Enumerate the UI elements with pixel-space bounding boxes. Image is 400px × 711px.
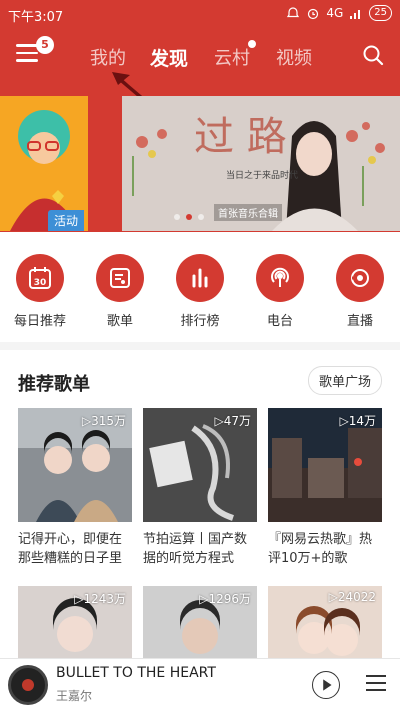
notification-badge: 5	[36, 36, 54, 54]
playlist-card[interactable]: ▷315万 记得开心，即便在那些糟糕的日子里	[18, 408, 132, 568]
pager-dot[interactable]	[198, 214, 204, 220]
recommended-playlists: 推荐歌单 歌单广场 ▷315万 记得开心，即便在那些糟糕的日子里 ▷47万 节拍…	[0, 350, 400, 700]
shortcut-live[interactable]: 直播	[328, 254, 392, 329]
playlist-title: 记得开心，即便在那些糟糕的日子里	[18, 532, 123, 566]
queue-line	[366, 689, 386, 691]
cloud-village-dot	[248, 40, 256, 48]
section-title: 推荐歌单	[18, 374, 90, 395]
play-count: ▷1243万	[74, 592, 126, 606]
alarm-icon	[308, 8, 319, 20]
tab-cloud-village[interactable]: 云村	[214, 44, 250, 70]
pager-dot[interactable]	[174, 214, 180, 220]
queue-line	[366, 682, 386, 684]
playlist-square-button[interactable]: 歌单广场	[307, 366, 382, 395]
song-title: BULLET TO THE HEART	[56, 665, 216, 681]
playlist-card[interactable]: ▷47万 节拍运算丨国产数据的听觉方程式	[143, 408, 257, 568]
playlist-queue-icon[interactable]	[366, 675, 386, 693]
shortcut-playlist[interactable]: 歌单	[88, 254, 152, 329]
artist-name: 王嘉尔	[56, 689, 93, 703]
playlist-cover: ▷315万	[18, 408, 132, 522]
queue-line	[366, 675, 386, 677]
banner-subtitle: 当日之于来品时代	[226, 171, 299, 181]
chart-bars-icon	[176, 254, 224, 302]
banner-title: 过 路	[194, 114, 287, 160]
live-icon	[336, 254, 384, 302]
status-time: 下午3:07	[8, 10, 64, 25]
banner-pager	[174, 214, 204, 220]
top-navigation: 5 我的 发现 云村 视频	[0, 30, 400, 80]
banner-caption: 首张音乐合辑	[214, 204, 282, 221]
play-count: ▷14万	[339, 414, 377, 428]
search-icon[interactable]	[362, 44, 384, 66]
banner-main-image[interactable]: 过 路 当日之于来品时代 首张音乐合辑	[122, 96, 400, 231]
shortcut-daily[interactable]: 30 每日推荐	[8, 254, 72, 329]
tab-video[interactable]: 视频	[276, 44, 312, 70]
calendar-day: 30	[34, 278, 47, 288]
playlist-card[interactable]: ▷14万 『网易云热歌』热评10万+的歌	[268, 408, 382, 568]
menu-line	[16, 59, 38, 62]
album-disc[interactable]	[8, 665, 48, 705]
shortcut-label: 排行榜	[180, 314, 220, 329]
play-count: ▷1296万	[199, 592, 251, 606]
signal-icon	[350, 10, 361, 19]
playlist-cover: ▷47万	[143, 408, 257, 522]
playlist-cover: ▷14万	[268, 408, 382, 522]
status-icons: 4G 25	[286, 5, 392, 21]
play-count: ▷315万	[81, 414, 126, 428]
playlist-icon	[96, 254, 144, 302]
shortcut-radio[interactable]: 电台	[248, 254, 312, 329]
header-bar: 下午3:07 4G 25 5 我的 发现 云村 视频 过 路 当日之于来品时代 …	[0, 0, 400, 232]
playlist-title: 节拍运算丨国产数据的听觉方程式	[143, 532, 248, 566]
shortcut-label: 直播	[346, 314, 373, 329]
bell-icon	[287, 7, 300, 18]
status-bar: 下午3:07 4G 25	[0, 0, 400, 28]
radio-icon	[256, 254, 304, 302]
tab-discover[interactable]: 发现	[150, 44, 188, 71]
battery-indicator: 25	[369, 5, 392, 21]
network-label: 4G	[326, 6, 344, 20]
shortcut-charts[interactable]: 排行榜	[168, 254, 232, 329]
shortcut-label: 歌单	[106, 314, 133, 329]
calendar-icon: 30	[16, 254, 64, 302]
play-count: ▷24022	[328, 590, 376, 604]
playlist-title: 『网易云热歌』热评10万+的歌	[268, 532, 373, 566]
shortcut-row: 30 每日推荐 歌单 排行榜 电台 直播	[0, 232, 400, 342]
menu-line	[16, 51, 38, 54]
mini-player[interactable]: BULLET TO THE HEART 王嘉尔	[0, 658, 400, 711]
tab-mine[interactable]: 我的	[90, 44, 126, 70]
shortcut-label: 电台	[266, 314, 293, 329]
shortcut-label: 每日推荐	[13, 314, 66, 329]
menu-line	[16, 44, 38, 47]
play-count: ▷47万	[214, 414, 252, 428]
activity-tag: 活动	[48, 210, 85, 231]
pager-dot-active[interactable]	[186, 214, 192, 220]
play-icon[interactable]	[312, 671, 340, 699]
